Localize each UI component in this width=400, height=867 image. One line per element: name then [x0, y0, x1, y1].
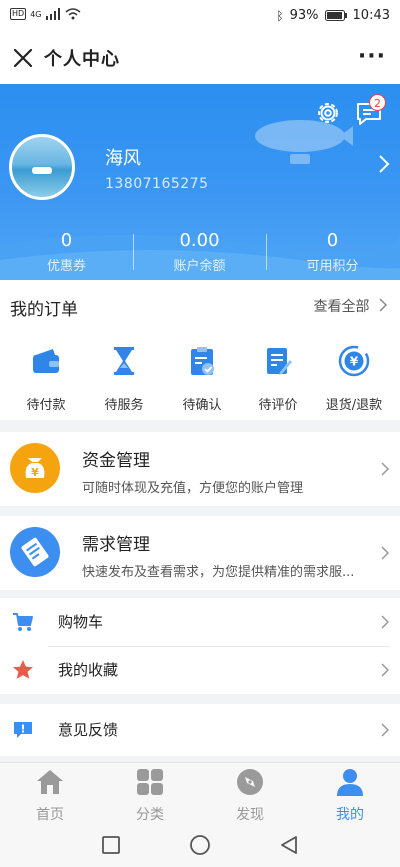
order-label: 待评价 — [258, 398, 298, 413]
svg-text:¥: ¥ — [350, 355, 359, 369]
view-all-label: 查看全部 — [313, 299, 370, 315]
orders-title: 我的订单 — [10, 300, 78, 320]
clock: 10:43 — [352, 8, 390, 23]
list-item-feedback[interactable]: 意见反馈 — [0, 704, 400, 756]
tab-label: 我的 — [336, 807, 364, 823]
order-label: 待付款 — [26, 398, 66, 413]
user-phone: 13807165275 — [105, 176, 209, 192]
demand-title: 需求管理 — [82, 535, 150, 555]
network-indicator: 4G — [30, 9, 42, 19]
tab-label: 首页 — [36, 807, 64, 823]
tab-mine[interactable]: 我的 — [300, 767, 400, 824]
close-icon[interactable] — [10, 45, 36, 71]
feedback-icon — [14, 722, 32, 738]
list-item-label: 我的收藏 — [58, 661, 119, 679]
order-pending-payment[interactable]: 待付款 — [6, 344, 86, 413]
chevron-right-icon — [381, 546, 390, 560]
coupon-count: 0 — [60, 230, 73, 251]
bottom-tab-bar: 首页 分类 发现 我的 — [0, 762, 400, 824]
chevron-right-icon[interactable] — [378, 154, 390, 174]
funds-management-card[interactable]: ¥ 资金管理 可随时体现及充值，方便您的账户管理 — [0, 432, 400, 506]
page-title: 个人中心 — [44, 49, 120, 70]
feedback-label: 意见反馈 — [58, 721, 119, 739]
svg-text:¥: ¥ — [31, 466, 39, 479]
message-badge: 2 — [369, 94, 386, 111]
funds-title: 资金管理 — [82, 451, 150, 471]
demand-management-card[interactable]: 需求管理 快速发布及查看需求，为您提供精准的需求服... — [0, 516, 400, 590]
order-label: 待确认 — [182, 398, 222, 413]
list-item-cart[interactable]: 购物车 — [0, 598, 400, 646]
avatar[interactable] — [9, 134, 75, 200]
settings-gear-icon[interactable] — [313, 98, 343, 128]
order-pending-confirm[interactable]: 待确认 — [162, 344, 242, 413]
tab-discover[interactable]: 发现 — [200, 767, 300, 824]
chevron-right-icon — [381, 615, 390, 629]
signal-icon — [46, 8, 61, 20]
battery-percent: 93% — [289, 8, 319, 23]
tab-label: 发现 — [236, 807, 264, 823]
wallet-icon — [33, 349, 59, 373]
user-name: 海风 — [105, 148, 141, 169]
chevron-right-icon — [381, 462, 390, 476]
chevron-right-icon — [379, 298, 388, 312]
order-pending-service[interactable]: 待服务 — [84, 344, 164, 413]
recent-apps-icon[interactable] — [102, 836, 120, 854]
home-icon — [37, 770, 63, 794]
order-refund[interactable]: ¥ 退货/退款 — [314, 344, 394, 413]
battery-icon — [324, 10, 347, 21]
my-orders-section: 我的订单 查看全部 待付款 待服务 待确认 待评价 ¥ 退货/退款 — [0, 280, 400, 420]
profile-header: 2 海风 13807165275 0 优惠券 0.00 账户余额 0 可用积分 — [0, 84, 400, 280]
wifi-icon — [65, 8, 81, 20]
balance-label: 账户余额 — [173, 259, 226, 274]
list-item-label: 购物车 — [58, 613, 104, 631]
chevron-right-icon — [381, 723, 390, 737]
balance-value: 0.00 — [179, 230, 220, 251]
points-stat[interactable]: 0 可用积分 — [266, 230, 399, 274]
view-all-orders-link[interactable]: 查看全部 — [314, 296, 388, 316]
quick-links-list: 购物车 我的收藏 — [0, 598, 400, 694]
money-bag-icon: ¥ — [10, 443, 60, 493]
tab-home[interactable]: 首页 — [0, 767, 100, 824]
more-button[interactable]: ··· — [358, 44, 386, 69]
chevron-right-icon — [381, 663, 390, 677]
title-bar: 个人中心 ··· — [0, 32, 400, 84]
bluetooth-icon: ᛒ — [276, 8, 284, 23]
coupon-label: 优惠券 — [46, 259, 86, 274]
list-item-favorites[interactable]: 我的收藏 — [0, 646, 400, 694]
points-value: 0 — [326, 230, 339, 251]
coupon-stat[interactable]: 0 优惠券 — [0, 230, 133, 274]
status-bar: HD 4G ᛒ 93% 10:43 — [0, 0, 400, 32]
user-icon — [337, 769, 363, 796]
funds-description: 可随时体现及充值，方便您的账户管理 — [82, 481, 304, 496]
points-label: 可用积分 — [306, 259, 359, 274]
demand-description: 快速发布及查看需求，为您提供精准的需求服... — [82, 565, 355, 580]
order-label: 待服务 — [104, 398, 144, 413]
refund-icon: ¥ — [338, 345, 370, 377]
back-icon[interactable] — [280, 835, 298, 855]
balance-stat[interactable]: 0.00 账户余额 — [133, 230, 266, 274]
star-icon — [13, 660, 33, 679]
system-navigation-bar — [0, 822, 400, 867]
hourglass-icon — [114, 347, 134, 375]
tab-category[interactable]: 分类 — [100, 767, 200, 824]
tab-label: 分类 — [136, 807, 164, 823]
category-icon — [137, 769, 163, 795]
document-icon — [10, 527, 60, 577]
cart-icon — [13, 613, 33, 631]
clipboard-check-icon — [191, 347, 214, 375]
compass-icon — [237, 769, 263, 795]
order-label: 退货/退款 — [325, 398, 383, 413]
edit-document-icon — [267, 348, 292, 375]
home-button-icon[interactable] — [189, 834, 211, 856]
hd-indicator: HD — [10, 8, 27, 20]
order-pending-review[interactable]: 待评价 — [238, 344, 318, 413]
